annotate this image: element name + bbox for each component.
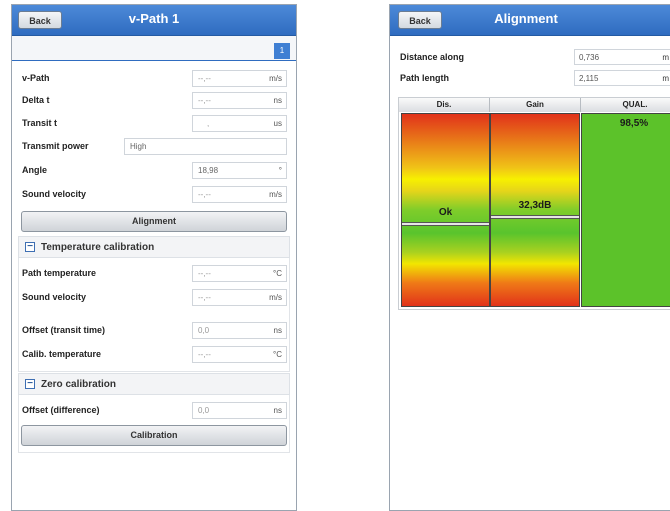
angle-label: Angle bbox=[22, 165, 48, 175]
sound-velocity-unit: m/s bbox=[269, 190, 282, 199]
path-length-unit: m bbox=[662, 74, 669, 83]
path-length-field[interactable]: 2,115 m bbox=[574, 70, 670, 86]
path-temperature-unit: °C bbox=[273, 269, 282, 278]
dis-column-header: Dis. bbox=[399, 98, 490, 112]
path-temperature-field[interactable]: --,-- °C bbox=[192, 265, 287, 282]
vpath-header: Back v-Path 1 bbox=[12, 5, 296, 36]
dis-marker bbox=[402, 222, 489, 226]
calib-sound-velocity-row: Sound velocity --,-- m/s bbox=[12, 287, 296, 309]
vpath-value: --,-- bbox=[198, 74, 211, 83]
distance-along-label: Distance along bbox=[400, 52, 465, 62]
transmit-power-row: Transmit power High bbox=[12, 136, 296, 158]
offset-difference-label: Offset (difference) bbox=[22, 405, 100, 415]
vpath-row: v-Path --,-- m/s bbox=[12, 68, 296, 90]
qual-column-header: QUAL. bbox=[581, 98, 670, 112]
calib-sound-velocity-value: --,-- bbox=[198, 293, 211, 302]
gain-marker bbox=[491, 215, 579, 219]
delta-t-label: Delta t bbox=[22, 95, 50, 105]
qual-indicator: 98,5% bbox=[581, 113, 670, 307]
sound-velocity-field[interactable]: --,-- m/s bbox=[192, 186, 287, 203]
gain-value: 32,3dB bbox=[518, 200, 552, 211]
dis-status: Ok bbox=[438, 207, 453, 218]
sound-velocity-value: --,-- bbox=[198, 190, 211, 199]
page-title: Alignment bbox=[494, 11, 558, 26]
alignment-button[interactable]: Alignment bbox=[21, 211, 287, 232]
transmit-power-label: Transmit power bbox=[22, 141, 89, 151]
calib-sound-velocity-label: Sound velocity bbox=[22, 292, 87, 302]
collapse-icon[interactable]: − bbox=[25, 379, 35, 389]
alignment-header: Back Alignment bbox=[390, 5, 670, 36]
path-length-row: Path length 2,115 m bbox=[390, 70, 670, 88]
offset-transit-label: Offset (transit time) bbox=[22, 325, 106, 335]
gain-column-header: Gain bbox=[490, 98, 581, 112]
alignment-indicator-panel: Dis. Gain QUAL. Ok 32,3dB 98,5% bbox=[398, 97, 670, 310]
calib-sound-velocity-field[interactable]: --,-- m/s bbox=[192, 289, 287, 306]
angle-unit: ° bbox=[278, 166, 282, 175]
temperature-calibration-header[interactable]: − Temperature calibration bbox=[18, 236, 290, 258]
calibration-button[interactable]: Calibration bbox=[21, 425, 287, 446]
page-title: v-Path 1 bbox=[128, 11, 180, 26]
angle-value: 18,98 bbox=[198, 166, 219, 175]
path-temperature-value: --,-- bbox=[198, 269, 211, 278]
zero-calibration-header[interactable]: − Zero calibration bbox=[18, 373, 290, 395]
vpath-label: v-Path bbox=[22, 73, 50, 83]
delta-t-row: Delta t --,-- ns bbox=[12, 90, 296, 112]
angle-field[interactable]: 18,98 ° bbox=[192, 162, 287, 179]
sound-velocity-label: Sound velocity bbox=[22, 189, 87, 199]
page-tab-1[interactable]: 1 bbox=[274, 43, 290, 59]
transit-t-value: , bbox=[207, 119, 210, 128]
path-temperature-label: Path temperature bbox=[22, 268, 97, 278]
delta-t-field[interactable]: --,-- ns bbox=[192, 92, 287, 109]
section-title: Temperature calibration bbox=[41, 242, 155, 253]
distance-along-field[interactable]: 0,736 m bbox=[574, 49, 670, 65]
transit-t-row: Transit t , us bbox=[12, 113, 296, 135]
calib-temperature-row: Calib. temperature --,-- °C bbox=[12, 344, 296, 366]
calib-temperature-unit: °C bbox=[273, 350, 282, 359]
delta-t-value: --,-- bbox=[198, 96, 211, 105]
offset-difference-field[interactable]: 0,0 ns bbox=[192, 402, 287, 419]
transit-t-unit: us bbox=[273, 119, 282, 128]
alignment-screen: Back Alignment Distance along 0,736 m Pa… bbox=[389, 4, 670, 511]
offset-difference-value: 0,0 bbox=[198, 406, 210, 415]
transmit-power-select[interactable]: High bbox=[124, 138, 287, 155]
distance-along-row: Distance along 0,736 m bbox=[390, 49, 670, 67]
calib-temperature-label: Calib. temperature bbox=[22, 349, 102, 359]
collapse-icon[interactable]: − bbox=[25, 242, 35, 252]
page-tabbar: 1 bbox=[12, 36, 296, 61]
path-length-value: 2,115 bbox=[579, 74, 599, 83]
distance-along-unit: m bbox=[662, 53, 669, 62]
vpath-field[interactable]: --,-- m/s bbox=[192, 70, 287, 87]
vpath-screen: Back v-Path 1 1 v-Path --,-- m/s Delta t… bbox=[11, 4, 297, 511]
offset-transit-unit: ns bbox=[273, 326, 282, 335]
calib-temperature-value: --,-- bbox=[198, 350, 211, 359]
vpath-unit: m/s bbox=[269, 74, 282, 83]
calib-sound-velocity-unit: m/s bbox=[269, 293, 282, 302]
qual-value: 98,5% bbox=[619, 118, 649, 129]
section-title: Zero calibration bbox=[41, 379, 117, 390]
calib-temperature-field[interactable]: --,-- °C bbox=[192, 346, 287, 363]
gain-indicator: 32,3dB bbox=[490, 113, 580, 307]
transit-t-label: Transit t bbox=[22, 118, 58, 128]
offset-transit-field[interactable]: 0,0 ns bbox=[192, 322, 287, 339]
sound-velocity-row: Sound velocity --,-- m/s bbox=[12, 184, 296, 206]
offset-transit-row: Offset (transit time) 0,0 ns bbox=[12, 320, 296, 342]
dis-indicator: Ok bbox=[401, 113, 490, 307]
transit-t-field[interactable]: , us bbox=[192, 115, 287, 132]
offset-difference-unit: ns bbox=[273, 406, 282, 415]
offset-difference-row: Offset (difference) 0,0 ns bbox=[12, 400, 296, 422]
transmit-power-value: High bbox=[130, 142, 147, 151]
angle-row: Angle 18,98 ° bbox=[12, 160, 296, 182]
delta-t-unit: ns bbox=[273, 96, 282, 105]
path-temperature-row: Path temperature --,-- °C bbox=[12, 263, 296, 285]
offset-transit-value: 0,0 bbox=[198, 326, 210, 335]
distance-along-value: 0,736 bbox=[579, 53, 600, 62]
path-length-label: Path length bbox=[400, 73, 449, 83]
